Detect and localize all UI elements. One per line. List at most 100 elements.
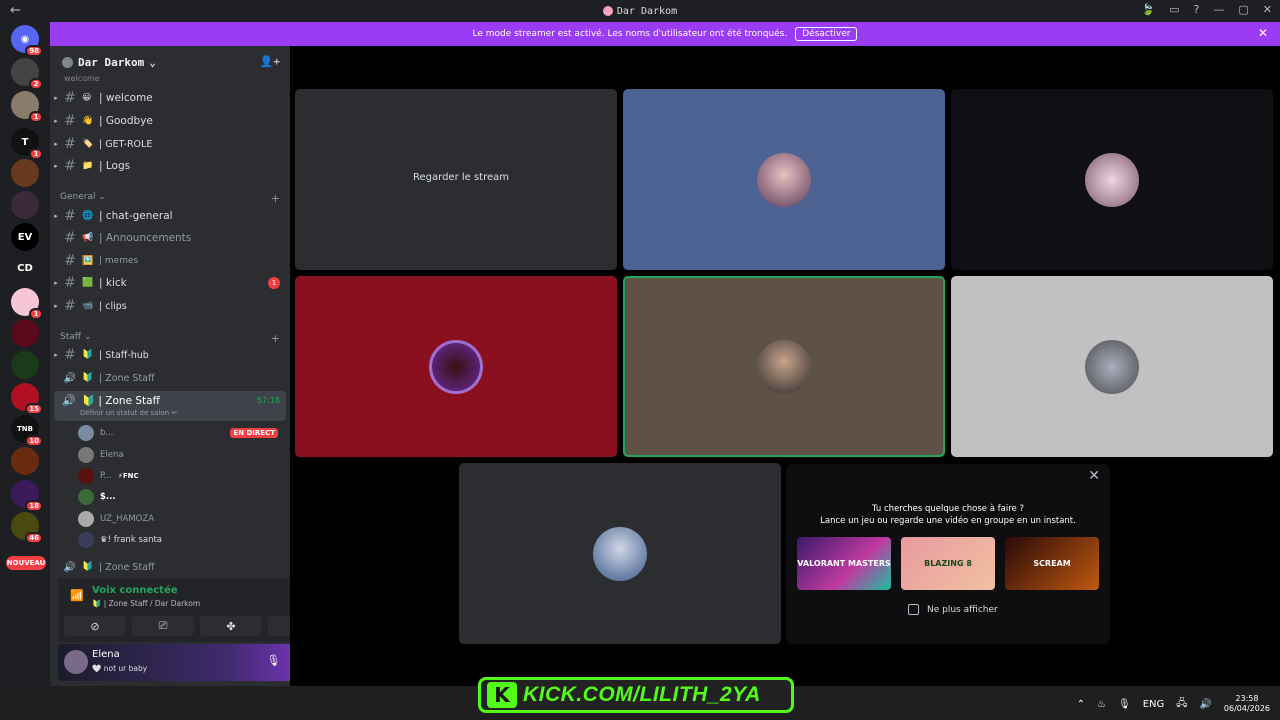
activities-button[interactable]: ✤: [200, 616, 262, 636]
category-welcome[interactable]: welcome: [64, 74, 100, 83]
voice-location[interactable]: 🔰 | Zone Staff / Dar Darkom: [92, 599, 200, 608]
stream-tile[interactable]: Regarder le stream: [295, 89, 617, 270]
server-icon-9[interactable]: [11, 319, 39, 347]
call-grid: Regarder le stream ✕ Tu cherches quelque…: [290, 46, 1280, 686]
voice-user[interactable]: ♛! frank santa: [78, 530, 282, 550]
category-staff[interactable]: Staff ⌄ +: [60, 332, 280, 345]
category-general[interactable]: General ⌄ +: [60, 192, 280, 205]
game-card-scream[interactable]: SCREAM: [1005, 537, 1099, 590]
home-button[interactable]: ◉ 98: [11, 25, 43, 57]
volume-icon[interactable]: 🔊: [1199, 699, 1211, 710]
suggestion-subtitle: Lance un jeu ou regarde une vidéo en gro…: [820, 516, 1076, 526]
channel-name: | Staff-hub: [99, 349, 149, 361]
nitro-icon[interactable]: 🍃: [1141, 3, 1155, 16]
channel-goodbye[interactable]: ▸ # 👋 | Goodbye: [50, 111, 290, 131]
tray-chevron-icon[interactable]: ⌃: [1077, 699, 1085, 710]
server-icon-3[interactable]: T1: [11, 128, 43, 160]
disable-streamer-button[interactable]: Désactiver: [795, 27, 858, 41]
close-window-icon[interactable]: ✕: [1263, 3, 1272, 16]
inbox-icon[interactable]: ▭: [1169, 3, 1179, 16]
channel-get-role[interactable]: ▸ # 🏷️ | GET-ROLE: [50, 134, 290, 154]
active-voice-channel[interactable]: 🔊 🔰 | Zone Staff 57:18 Définir un statut…: [54, 391, 286, 421]
avatar[interactable]: [64, 650, 88, 674]
participant-tile[interactable]: [951, 89, 1273, 270]
voice-user[interactable]: P... ⚡FNC: [78, 466, 282, 486]
channel-staff-hub[interactable]: ▸ # 🔰 | Staff-hub: [50, 345, 290, 365]
participant-tile[interactable]: [623, 89, 945, 270]
server-badge: 10: [25, 435, 43, 447]
kick-url: KICK.COM/LILITH_2YA: [523, 683, 761, 706]
add-channel-icon[interactable]: +: [271, 192, 280, 205]
microphone-icon[interactable]: 🎙: [266, 654, 280, 667]
signal-icon[interactable]: 📶: [70, 589, 84, 602]
server-icon-14[interactable]: 18: [11, 480, 43, 512]
network-icon[interactable]: 🖧: [1176, 696, 1187, 713]
server-icon-4[interactable]: [11, 159, 39, 187]
channel-kick[interactable]: ▸ # 🟩 | kick 1: [50, 273, 290, 293]
server-icon-6[interactable]: EV: [11, 223, 39, 251]
server-icon-8[interactable]: 1: [11, 288, 43, 320]
channel-memes[interactable]: # 🖼️ | memes: [50, 251, 290, 271]
close-icon[interactable]: ✕: [1088, 468, 1100, 484]
help-icon[interactable]: ?: [1194, 3, 1200, 16]
participant-tile[interactable]: [951, 276, 1273, 457]
steam-icon[interactable]: ♨: [1097, 699, 1106, 710]
channel-announcements[interactable]: # 📢 | Announcements: [50, 228, 290, 248]
participant-tile[interactable]: [295, 276, 617, 457]
game-card-blazing-8[interactable]: BLAZING 8: [901, 537, 995, 590]
camera-off-button[interactable]: ⊘: [64, 616, 126, 636]
server-badge: 2: [29, 78, 43, 90]
avatar: [78, 447, 94, 463]
channel-logs[interactable]: ▸ # 📁 | Logs: [50, 156, 290, 176]
channel-chat-general[interactable]: ▸ # 🌐 | chat-general: [50, 206, 290, 226]
channel-status-prompt[interactable]: Définir un statut de salon ✏: [80, 409, 177, 417]
clock[interactable]: 23:58 06/04/2026: [1224, 694, 1270, 715]
language-indicator[interactable]: ENG: [1143, 699, 1165, 710]
server-icon-12[interactable]: TNB 10: [11, 415, 43, 447]
channel-emoji: 📢: [82, 233, 94, 243]
channel-clips[interactable]: ▸ # 📹 | clips: [50, 296, 290, 316]
camera-off-icon: ⊘: [90, 619, 100, 633]
server-icon-13[interactable]: [11, 447, 39, 475]
back-arrow-icon[interactable]: ←: [10, 3, 21, 18]
voice-user[interactable]: Elena: [78, 445, 282, 465]
voice-user[interactable]: $...: [78, 487, 282, 507]
server-icon-10[interactable]: [11, 351, 39, 379]
maximize-icon[interactable]: ▢: [1238, 3, 1248, 16]
dont-show-again[interactable]: Ne plus afficher: [908, 604, 998, 615]
add-member-icon[interactable]: 👤+: [260, 55, 280, 68]
suggestion-title: Tu cherches quelque chose à faire ?: [872, 504, 1024, 514]
participant-tile-speaking[interactable]: [623, 276, 945, 457]
kick-overlay: K KICK.COM/LILITH_2YA: [478, 677, 794, 713]
participant-tile[interactable]: [459, 463, 781, 644]
hash-icon: #: [64, 253, 76, 269]
watch-stream-button[interactable]: Regarder le stream: [404, 166, 519, 189]
category-label: Staff: [60, 332, 81, 342]
server-icon-7[interactable]: CD: [11, 254, 39, 282]
server-icon-1[interactable]: 2: [11, 58, 43, 90]
banner-close-icon[interactable]: ✕: [1258, 26, 1268, 40]
server-icon-2[interactable]: 1: [11, 91, 43, 123]
server-badge: 1: [29, 148, 43, 160]
checkbox[interactable]: [908, 604, 919, 615]
server-icon-15[interactable]: 46: [11, 512, 43, 544]
server-icon-5[interactable]: [11, 191, 39, 219]
screen-share-button[interactable]: ⎚: [132, 616, 194, 636]
time: 23:58: [1235, 694, 1259, 703]
game-card-valorant[interactable]: VALORANT MASTERS: [797, 537, 891, 590]
voice-channel-zone-staff[interactable]: 🔊 🔰 | Zone Staff: [50, 368, 290, 388]
server-icon-11[interactable]: 15: [11, 383, 43, 415]
voice-user[interactable]: UZ_HAMOZA: [78, 509, 282, 529]
minimize-icon[interactable]: —: [1213, 3, 1224, 16]
voice-channel-zone-staff-2[interactable]: 🔊 🔰 | Zone Staff: [50, 557, 290, 577]
avatar: [78, 511, 94, 527]
user-tag: ⚡FNC: [117, 472, 139, 480]
new-badge: NOUVEAU: [6, 556, 46, 570]
mic-tray-icon[interactable]: 🎙: [1118, 699, 1131, 710]
add-channel-icon[interactable]: +: [271, 332, 280, 345]
voice-user[interactable]: b... EN DIRECT: [78, 423, 282, 443]
server-initial: EV: [17, 231, 33, 243]
channel-welcome[interactable]: ▸ # 😀 | welcome: [50, 88, 290, 108]
channel-name: | Announcements: [99, 232, 192, 244]
hash-icon: #: [64, 113, 76, 129]
